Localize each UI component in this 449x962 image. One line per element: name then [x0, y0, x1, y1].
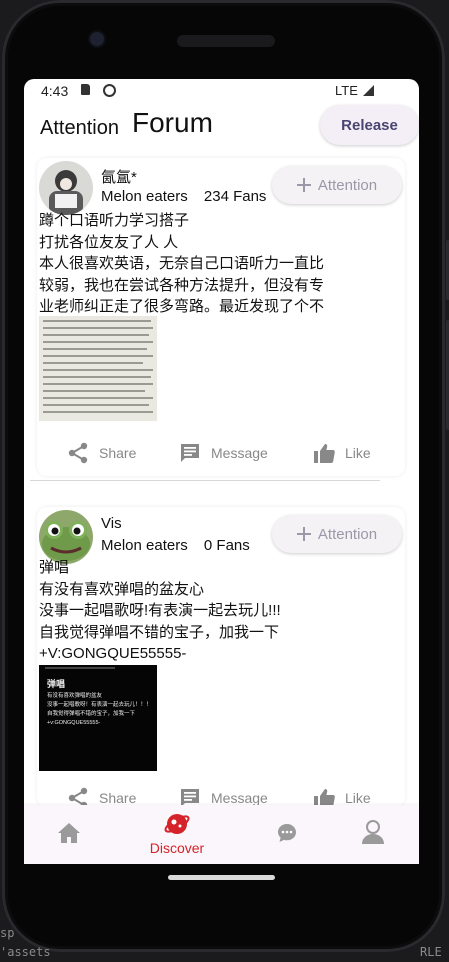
thumbs-up-icon [314, 789, 335, 805]
post-body[interactable]: 弹唱 有没有喜欢弹唱的盆友心 没事一起唱歌呀!有表演一起去玩儿!!! 自我觉得弹… [39, 557, 401, 665]
image-topline [45, 667, 115, 669]
user-meta: Melon eaters 0 Fans [101, 537, 250, 554]
message-button[interactable]: Message [179, 438, 268, 468]
post-feed[interactable]: 氤氲* Melon eaters 234 Fans Attention 蹲个口语… [24, 155, 419, 805]
post-divider [30, 480, 380, 481]
sim-card-icon [81, 84, 90, 95]
app-screen: 4:43 LTE Attention Forum Release 氤氲* Mel… [24, 79, 419, 864]
network-type: LTE [335, 83, 358, 98]
home-icon [58, 823, 80, 843]
post-card[interactable]: Vis Melon eaters 0 Fans Attention 弹唱 有没有… [37, 507, 405, 805]
tab-forum[interactable]: Forum [132, 107, 213, 139]
signal-icon [363, 85, 374, 96]
post-image[interactable]: 弹唱 有没有喜欢弹唱的盆友 没事一起唱歌呀！有表演一起去玩儿！！！ 自我觉得弹唱… [39, 665, 157, 771]
post-line: 业老师纠正走了很多弯路。最近发现了个不 [39, 298, 325, 315]
status-time: 4:43 [41, 83, 69, 99]
share-icon [68, 442, 88, 464]
share-label: Share [99, 445, 137, 461]
user-group: Melon eaters [101, 188, 188, 205]
nav-discover-label: Discover [149, 840, 205, 856]
post-line: 有没有喜欢弹唱的盆友心 [39, 580, 205, 598]
like-button[interactable]: Like [313, 438, 371, 468]
fans-count: 234 Fans [203, 188, 267, 205]
message-icon [181, 789, 199, 805]
post-line: 自我觉得弹唱不错的宝子，加我一下 [39, 623, 280, 641]
front-camera [90, 32, 104, 46]
message-label: Message [211, 790, 268, 805]
attention-button-label: Attention [317, 176, 378, 194]
attention-button[interactable]: Attention [272, 515, 402, 553]
attention-button[interactable]: Attention [272, 166, 402, 204]
fans-count: 0 Fans [203, 537, 250, 554]
image-line: 没事一起唱歌呀！有表演一起去玩儿！！！ [47, 702, 152, 708]
username[interactable]: 氤氲* [101, 166, 137, 187]
earpiece-speaker [177, 35, 275, 47]
post-title: 弹唱 [39, 559, 70, 576]
user-group: Melon eaters [101, 537, 188, 554]
app-header: Attention Forum Release [24, 101, 419, 153]
message-icon [181, 444, 199, 462]
release-button[interactable]: Release [320, 105, 419, 145]
post-actions: Share Message Like [37, 783, 405, 805]
post-card[interactable]: 氤氲* Melon eaters 234 Fans Attention 蹲个口语… [37, 158, 405, 476]
chat-icon [278, 824, 296, 842]
avatar[interactable] [39, 161, 93, 215]
like-label: Like [345, 790, 371, 805]
bottom-navigation: Discover [24, 805, 419, 864]
post-line: 打扰各位友友了人 人 [39, 233, 179, 251]
image-line: 自我觉得弹唱不错的宝子，加我一下 [47, 711, 136, 717]
like-button[interactable]: Like [313, 783, 371, 805]
post-line: +V:GONGQUE55555- [39, 645, 187, 662]
tab-attention[interactable]: Attention [40, 117, 119, 140]
image-line: 有没有喜欢弹唱的盆友 [47, 693, 103, 699]
share-icon [68, 787, 88, 805]
message-button[interactable]: Message [179, 783, 268, 805]
home-indicator[interactable] [168, 875, 275, 880]
image-title: 弹唱 [47, 679, 66, 689]
like-label: Like [345, 445, 371, 461]
plus-icon [296, 527, 311, 541]
message-label: Message [211, 445, 268, 461]
background-text-left: sp [0, 926, 15, 940]
post-line: 没事一起唱歌呀!有表演一起去玩儿!!! [39, 602, 281, 619]
username[interactable]: Vis [101, 515, 122, 532]
avatar[interactable] [39, 510, 93, 564]
person-icon [362, 820, 384, 844]
share-button[interactable]: Share [67, 438, 136, 468]
plus-icon [296, 178, 311, 192]
image-line: +v:GONGQUE55555- [47, 720, 101, 726]
planet-icon [164, 814, 190, 834]
share-button[interactable]: Share [67, 783, 136, 805]
attention-button-label: Attention [317, 525, 378, 543]
post-title: 蹲个口语听力学习搭子 [39, 212, 190, 229]
post-body[interactable]: 蹲个口语听力学习搭子 打扰各位友友了人 人 本人很喜欢英语，无奈自己口语听力一直… [39, 210, 401, 318]
post-line: 本人很喜欢英语，无奈自己口语听力一直比 [39, 255, 325, 272]
thumbs-up-icon [314, 444, 335, 463]
sync-icon [103, 84, 116, 97]
background-text-bottom: 'assets [0, 945, 51, 959]
background-text-right: RLE [420, 945, 442, 959]
post-image[interactable] [39, 316, 157, 421]
post-line: 较弱，我也在尝试各种方法提升，但没有专 [39, 276, 325, 294]
user-meta: Melon eaters 234 Fans [101, 188, 266, 205]
share-label: Share [99, 790, 137, 805]
image-text: 有没有喜欢弹唱的盆友 没事一起唱歌呀！有表演一起去玩儿！！！ 自我觉得弹唱不错的… [47, 692, 155, 728]
status-bar: 4:43 LTE [24, 79, 419, 101]
post-actions: Share Message Like [37, 438, 405, 468]
